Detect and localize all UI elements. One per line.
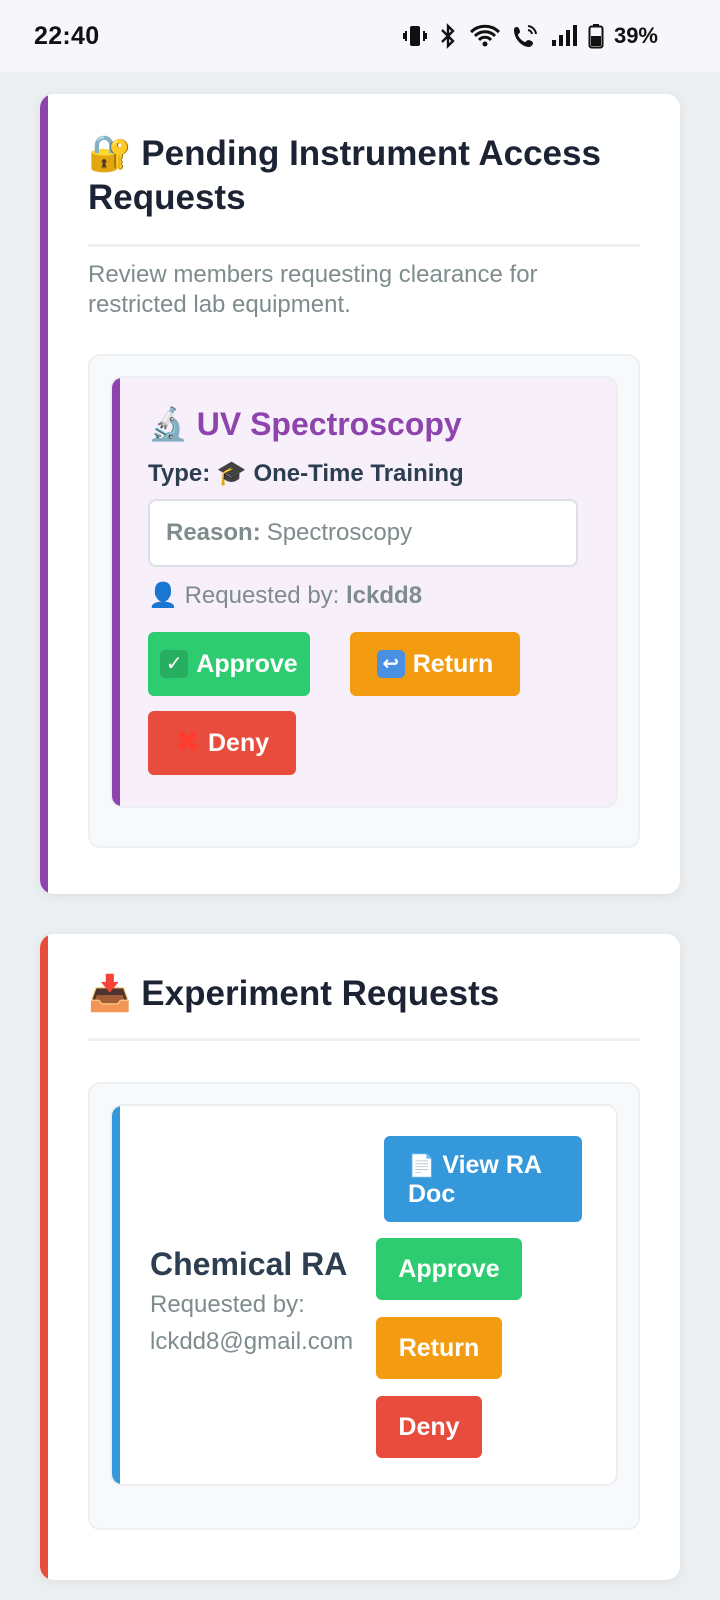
wifi-icon [468,23,502,49]
return-label: Return [398,1333,480,1362]
bluetooth-icon [438,23,458,49]
approve-button[interactable]: Approve [376,1238,522,1300]
return-button[interactable]: Return [376,1317,502,1379]
experiment-requests-title: 📥 Experiment Requests [88,974,500,1013]
approve-label: Approve [398,1254,500,1283]
title-divider [88,1038,640,1041]
cross-icon: ✖ [174,726,200,759]
type-value: 🎓 One-Time Training [216,460,464,487]
reason-value: Spectroscopy [266,519,413,546]
wifi-calling-icon [512,23,540,49]
deny-button[interactable]: ✖ Deny [148,711,296,775]
type-label: Type: [148,460,211,487]
view-ra-doc-button[interactable]: 📄 View RA Doc [384,1136,582,1222]
battery-percentage: 39% [613,23,658,48]
return-button[interactable]: ↩ Return [350,632,520,696]
deny-button[interactable]: Deny [376,1396,482,1458]
instrument-access-card: 🔐 Pending Instrument Access Requests Rev… [40,94,680,894]
signal-icon [550,23,578,49]
approve-label: Approve [196,649,298,678]
deny-label: Deny [398,1412,460,1441]
request-type: Type: 🎓 One-Time Training [148,458,464,490]
requested-by-label: Requested by: [184,582,340,609]
return-icon: ↩ [376,650,405,678]
experiment-requests-list: Chemical RA Requested by: lckdd8@gmail.c… [88,1082,640,1530]
battery-icon [588,23,604,49]
reason-label: Reason: [166,519,261,546]
instrument-access-title: 🔐 Pending Instrument Access Requests [88,134,601,217]
instrument-access-subtitle: Review members requesting clearance for … [88,261,538,318]
requested-by-value: lckdd8 [346,582,423,609]
check-icon: ✓ [160,650,189,678]
document-icon: 📄 [408,1152,436,1178]
experiment-name: Chemical RA [150,1246,348,1282]
experiment-request-item: Chemical RA Requested by: lckdd8@gmail.c… [110,1104,618,1486]
approve-button[interactable]: ✓ Approve [148,632,310,696]
instrument-name: 🔬 UV Spectroscopy [148,406,462,442]
status-time: 22:40 [34,21,100,50]
instrument-request-item: 🔬 UV Spectroscopy Type: 🎓 One-Time Train… [110,376,618,808]
return-label: Return [412,649,494,678]
experiment-requests-card: 📥 Experiment Requests Chemical RA Reques… [40,934,680,1580]
title-divider [88,244,640,247]
user-icon: 👤 [148,582,178,609]
requested-by: 👤 Requested by: lckdd8 [148,580,422,612]
reason-box: Reason: Spectroscopy [148,499,578,567]
vibrate-icon [402,23,428,49]
status-icons: 39% [402,23,658,49]
experiment-requested-by: Requested by: lckdd8@gmail.com [150,1291,354,1355]
status-bar: 22:40 39% [0,0,720,72]
instrument-requests-list: 🔬 UV Spectroscopy Type: 🎓 One-Time Train… [88,354,640,848]
deny-label: Deny [208,728,270,757]
